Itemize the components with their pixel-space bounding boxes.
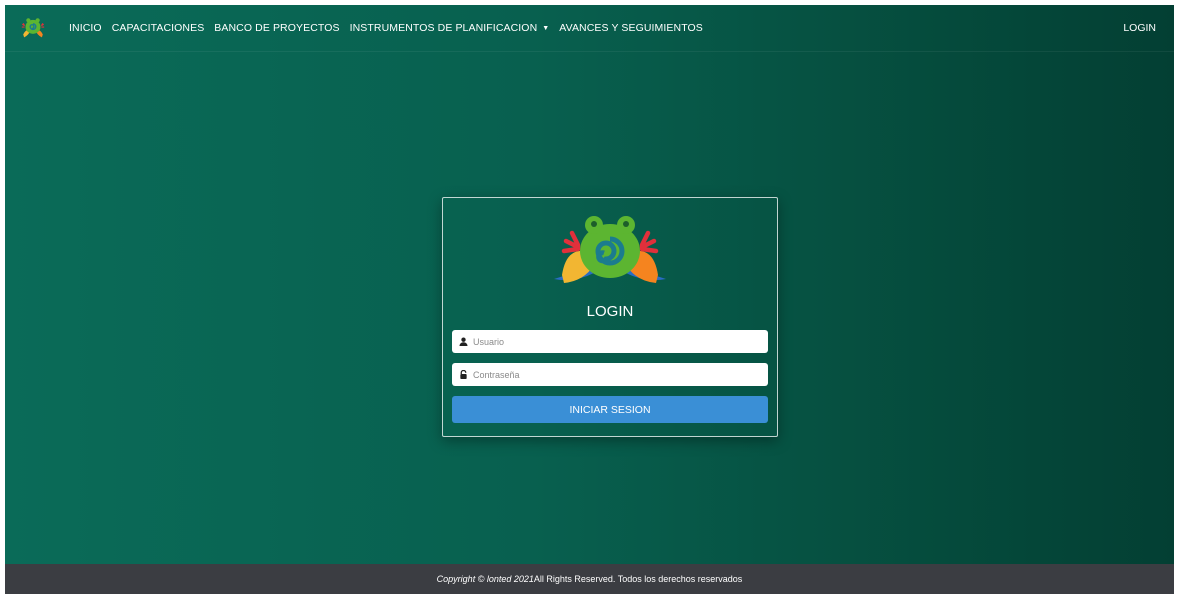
caret-down-icon: ▼ bbox=[542, 24, 550, 32]
user-icon bbox=[458, 337, 468, 347]
lock-icon bbox=[458, 370, 468, 380]
brand-logo[interactable] bbox=[19, 16, 47, 40]
login-title: LOGIN bbox=[586, 303, 634, 320]
username-field-group bbox=[452, 330, 768, 353]
navbar: INICIO CAPACITACIONES BANCO DE PROYECTOS… bbox=[5, 5, 1174, 52]
login-submit-button[interactable]: INICIAR SESION bbox=[452, 396, 768, 423]
password-field-group bbox=[452, 363, 768, 386]
username-input[interactable] bbox=[473, 330, 768, 353]
nav-item-instrumentos-de-planificacion[interactable]: INSTRUMENTOS DE PLANIFICACION ▼ bbox=[350, 22, 550, 34]
frog-logo-icon bbox=[554, 216, 666, 283]
nav-item-capacitaciones[interactable]: CAPACITACIONES bbox=[112, 22, 205, 34]
frog-logo-icon bbox=[21, 18, 45, 38]
footer: Copyright © lonted 2021 All Rights Reser… bbox=[5, 564, 1174, 594]
nav-item-label: INSTRUMENTOS DE PLANIFICACION bbox=[349, 22, 538, 34]
footer-copyright: Copyright © lonted 2021 bbox=[436, 574, 534, 584]
app-frame: INICIO CAPACITACIONES BANCO DE PROYECTOS… bbox=[5, 5, 1174, 594]
footer-rights: All Rights Reserved. Todos los derechos … bbox=[533, 574, 743, 584]
nav-login-link[interactable]: LOGIN bbox=[1123, 22, 1156, 34]
nav-item-avances-y-seguimientos[interactable]: AVANCES Y SEGUIMIENTOS bbox=[559, 22, 703, 34]
main-area: INICIO CAPACITACIONES BANCO DE PROYECTOS… bbox=[5, 5, 1174, 564]
nav-item-banco-de-proyectos[interactable]: BANCO DE PROYECTOS bbox=[214, 22, 339, 34]
nav-item-inicio[interactable]: INICIO bbox=[69, 22, 102, 34]
login-logo bbox=[452, 213, 768, 289]
login-card: LOGIN INICIAR bbox=[442, 197, 778, 437]
password-input[interactable] bbox=[473, 363, 768, 386]
